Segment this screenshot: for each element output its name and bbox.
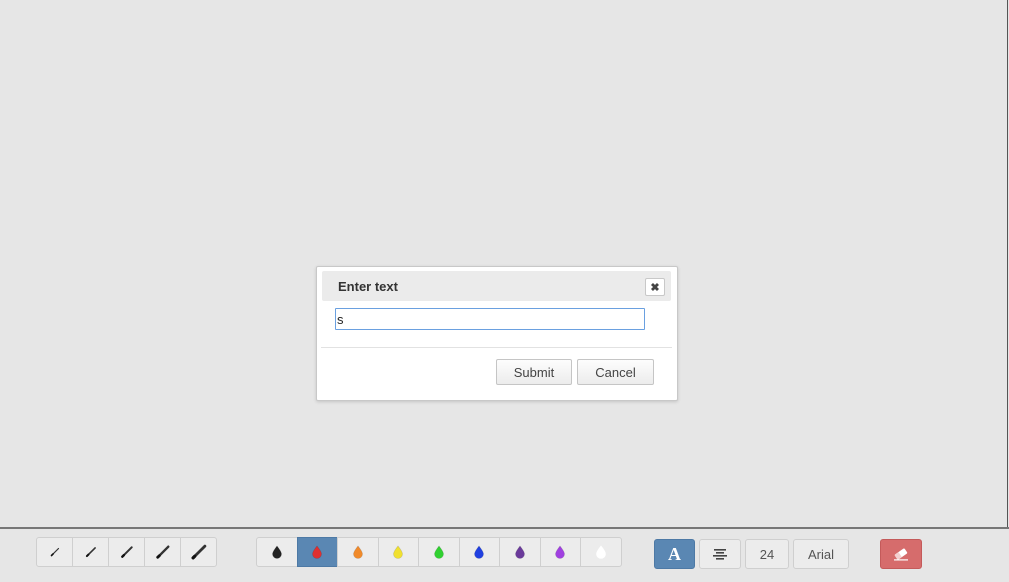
color-green-button[interactable]: [418, 537, 460, 567]
drop-icon: [392, 545, 404, 559]
drop-icon: [514, 545, 526, 559]
drop-icon: [271, 545, 283, 559]
pencil-size-group: [36, 537, 217, 567]
drop-icon: [352, 545, 364, 559]
pencil-icon: [47, 544, 63, 560]
drop-icon: [595, 545, 607, 559]
color-white-button[interactable]: [580, 537, 622, 567]
pencil-icon: [119, 544, 135, 560]
dialog-close-button[interactable]: ✖: [645, 278, 665, 296]
eraser-button[interactable]: [880, 539, 922, 569]
drop-icon: [433, 545, 445, 559]
text-tool-button[interactable]: A: [654, 539, 695, 569]
pencil-icon: [83, 544, 99, 560]
cancel-button[interactable]: Cancel: [577, 359, 654, 385]
drop-icon: [554, 545, 566, 559]
drop-icon: [473, 545, 485, 559]
drop-icon: [311, 545, 323, 559]
font-family-button[interactable]: Arial: [793, 539, 849, 569]
color-purple-button[interactable]: [499, 537, 541, 567]
submit-button[interactable]: Submit: [496, 359, 572, 385]
dialog-divider: [321, 347, 672, 348]
align-center-icon: [713, 548, 727, 560]
enter-text-dialog: Enter text ✖ Submit Cancel: [316, 266, 678, 401]
close-icon: ✖: [650, 281, 660, 294]
text-input[interactable]: [335, 308, 645, 330]
color-yellow-button[interactable]: [377, 537, 419, 567]
color-red-button[interactable]: [296, 537, 338, 567]
align-button[interactable]: [699, 539, 741, 569]
toolbar-divider: [0, 527, 1009, 529]
color-blue-button[interactable]: [458, 537, 500, 567]
canvas-edge: [1007, 0, 1008, 529]
color-orange-button[interactable]: [337, 537, 379, 567]
pencil-size-5-button[interactable]: [180, 537, 217, 567]
color-group: [256, 537, 622, 567]
dialog-header: Enter text ✖: [322, 271, 671, 301]
font-family-value: Arial: [807, 546, 834, 562]
pencil-icon: [190, 544, 207, 560]
pencil-size-4-button[interactable]: [144, 537, 181, 567]
font-size-value: 24: [759, 546, 775, 562]
pencil-icon: [155, 544, 171, 560]
eraser-icon: [892, 547, 910, 561]
color-black-button[interactable]: [256, 537, 298, 567]
drawing-canvas[interactable]: [0, 0, 1009, 529]
dialog-title: Enter text: [338, 279, 398, 294]
font-size-button[interactable]: 24: [745, 539, 789, 569]
color-violet-button[interactable]: [539, 537, 581, 567]
pencil-size-2-button[interactable]: [72, 537, 109, 567]
pencil-size-3-button[interactable]: [108, 537, 145, 567]
pencil-size-1-button[interactable]: [36, 537, 73, 567]
text-tool-label: A: [668, 543, 681, 564]
